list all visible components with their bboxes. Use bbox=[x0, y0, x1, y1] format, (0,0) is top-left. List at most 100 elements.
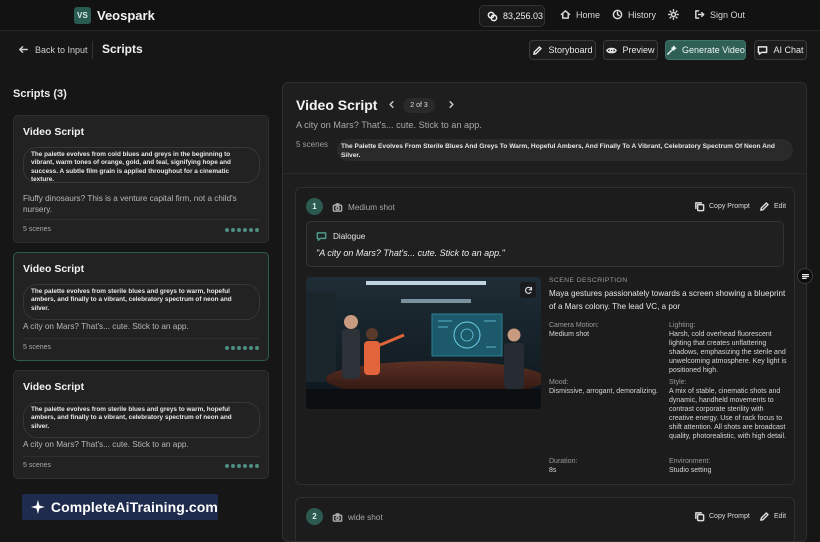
history-icon bbox=[612, 9, 623, 20]
edit-label: Edit bbox=[774, 203, 787, 210]
chevron-right-icon bbox=[449, 101, 454, 108]
camera-motion-value: Medium shot bbox=[549, 331, 590, 338]
style: Style: A mix of stable, cinematic shots … bbox=[669, 378, 787, 441]
generate-video-button[interactable]: Generate Video bbox=[665, 40, 746, 60]
theme-toggle[interactable] bbox=[668, 9, 679, 20]
scene-preview-image[interactable] bbox=[306, 277, 541, 409]
arrow-left-icon bbox=[19, 46, 28, 53]
scene-card-1: 1 Medium shot Copy Prompt Edit Dialogue … bbox=[295, 187, 795, 485]
script-card-palette: The palette evolves from cold blues and … bbox=[23, 147, 260, 183]
script-pager: 2 of 3 bbox=[403, 98, 435, 113]
duration: Duration: 8s bbox=[549, 457, 659, 475]
divider bbox=[23, 456, 259, 457]
brand-name[interactable]: Veospark bbox=[97, 8, 155, 23]
environment-label: Environment: bbox=[669, 458, 711, 465]
storyboard-label: Storyboard bbox=[548, 45, 593, 55]
detail-subtitle: A city on Mars? That's... cute. Stick to… bbox=[296, 120, 482, 130]
logo-badge[interactable]: VS bbox=[74, 7, 91, 24]
divider bbox=[23, 219, 259, 220]
nav-history[interactable]: History bbox=[612, 9, 656, 20]
script-card-1[interactable]: Video Script The palette evolves from co… bbox=[13, 115, 269, 243]
home-icon bbox=[560, 10, 571, 19]
lighting: Lighting: Harsh, cold overhead fluoresce… bbox=[669, 321, 787, 375]
dialogue-header: Dialogue bbox=[316, 231, 365, 242]
shot-type-label: wide shot bbox=[348, 513, 383, 522]
pencil-icon bbox=[760, 512, 769, 521]
script-card-description: A city on Mars? That's... cute. Stick to… bbox=[23, 322, 189, 331]
sub-toolbar: Back to Input Scripts Storyboard Preview… bbox=[0, 31, 820, 69]
style-value: A mix of stable, cinematic shots and dyn… bbox=[669, 388, 786, 440]
page-title: Scripts bbox=[102, 42, 143, 56]
script-card-description: A city on Mars? That's... cute. Stick to… bbox=[23, 440, 189, 449]
credits-badge[interactable]: 83,256.03 bbox=[479, 5, 545, 27]
scene-number: 1 bbox=[306, 198, 323, 215]
dialogue-box: Dialogue "A city on Mars? That's... cute… bbox=[306, 221, 784, 267]
back-to-input-button[interactable]: Back to Input bbox=[18, 44, 88, 55]
edit-label: Edit bbox=[774, 513, 787, 520]
copy-prompt-button[interactable]: Copy Prompt bbox=[694, 201, 750, 212]
chevron-left-icon bbox=[389, 101, 394, 108]
watermark-text: CompleteAiTraining.com bbox=[50, 499, 218, 515]
floating-toggle-button[interactable] bbox=[797, 268, 813, 284]
copy-prompt-button[interactable]: Copy Prompt bbox=[694, 511, 750, 522]
back-label: Back to Input bbox=[35, 44, 88, 55]
copy-icon bbox=[695, 512, 705, 522]
detail-palette: The Palette Evolves From Sterile Blues A… bbox=[337, 139, 793, 161]
script-card-scenes: 5 scenes bbox=[23, 462, 52, 469]
camera-icon bbox=[332, 203, 343, 212]
credits-value: 83,256.03 bbox=[503, 11, 544, 21]
detail-scene-count: 5 scenes bbox=[296, 140, 329, 149]
nav-home[interactable]: Home bbox=[560, 9, 600, 20]
lighting-value: Harsh, cold overhead fluorescent lightin… bbox=[669, 331, 787, 374]
shot-type: Medium shot bbox=[332, 202, 395, 213]
pencil-icon bbox=[760, 202, 769, 211]
preview-button[interactable]: Preview bbox=[603, 40, 658, 60]
detail-title: Video Script bbox=[296, 97, 378, 113]
divider bbox=[23, 338, 259, 339]
chat-icon bbox=[758, 45, 768, 55]
script-card-2[interactable]: Video Script The palette evolves from st… bbox=[13, 252, 269, 361]
script-card-scenes: 5 scenes bbox=[23, 226, 52, 233]
environment: Environment: Studio setting bbox=[669, 457, 787, 475]
scene-description-label: SCENE DESCRIPTION bbox=[549, 277, 628, 284]
prev-script-button[interactable] bbox=[386, 99, 397, 113]
regenerate-image-button[interactable] bbox=[520, 282, 536, 298]
sign-out-icon bbox=[695, 10, 705, 19]
style-label: Style: bbox=[669, 379, 687, 386]
sun-icon bbox=[668, 9, 679, 20]
nav-sign-out[interactable]: Sign Out bbox=[694, 9, 745, 20]
scene-number: 2 bbox=[306, 508, 323, 525]
shot-type-label: Medium shot bbox=[348, 203, 395, 212]
script-card-title: Video Script bbox=[23, 381, 85, 393]
ai-chat-label: AI Chat bbox=[773, 45, 804, 55]
copy-prompt-label: Copy Prompt bbox=[709, 513, 750, 520]
script-card-title: Video Script bbox=[23, 263, 85, 275]
duration-value: 8s bbox=[549, 467, 557, 474]
script-card-description: Fluffy dinosaurs? This is a venture capi… bbox=[23, 194, 237, 214]
camera-motion: Camera Motion: Medium shot bbox=[549, 321, 659, 339]
next-script-button[interactable] bbox=[446, 99, 457, 113]
lighting-label: Lighting: bbox=[669, 322, 696, 329]
scene-dots bbox=[225, 346, 259, 350]
generate-label: Generate Video bbox=[682, 45, 745, 55]
ai-chat-button[interactable]: AI Chat bbox=[754, 40, 807, 60]
sparkle-logo-icon bbox=[30, 500, 45, 514]
script-card-title: Video Script bbox=[23, 126, 85, 138]
dialogue-label: Dialogue bbox=[333, 232, 366, 241]
sparkle-icon bbox=[667, 45, 677, 55]
top-bar: VS Veospark 83,256.03 Home History Sign … bbox=[0, 0, 820, 31]
nav-home-label: Home bbox=[576, 9, 601, 20]
edit-scene-button[interactable]: Edit bbox=[759, 201, 786, 212]
eye-icon bbox=[606, 47, 618, 53]
edit-scene-button[interactable]: Edit bbox=[759, 511, 786, 522]
script-card-3[interactable]: Video Script The palette evolves from st… bbox=[13, 370, 269, 479]
script-card-scenes: 5 scenes bbox=[23, 344, 52, 351]
coins-icon bbox=[487, 11, 498, 21]
nav-sign-out-label: Sign Out bbox=[710, 9, 746, 20]
script-detail-panel: Video Script 2 of 3 A city on Mars? That… bbox=[282, 82, 807, 542]
office-scene-illustration bbox=[306, 277, 541, 409]
scripts-heading: Scripts (3) bbox=[13, 88, 67, 100]
copy-prompt-label: Copy Prompt bbox=[709, 203, 750, 210]
storyboard-button[interactable]: Storyboard bbox=[529, 40, 596, 60]
scene-description: Maya gestures passionately towards a scr… bbox=[549, 289, 786, 311]
